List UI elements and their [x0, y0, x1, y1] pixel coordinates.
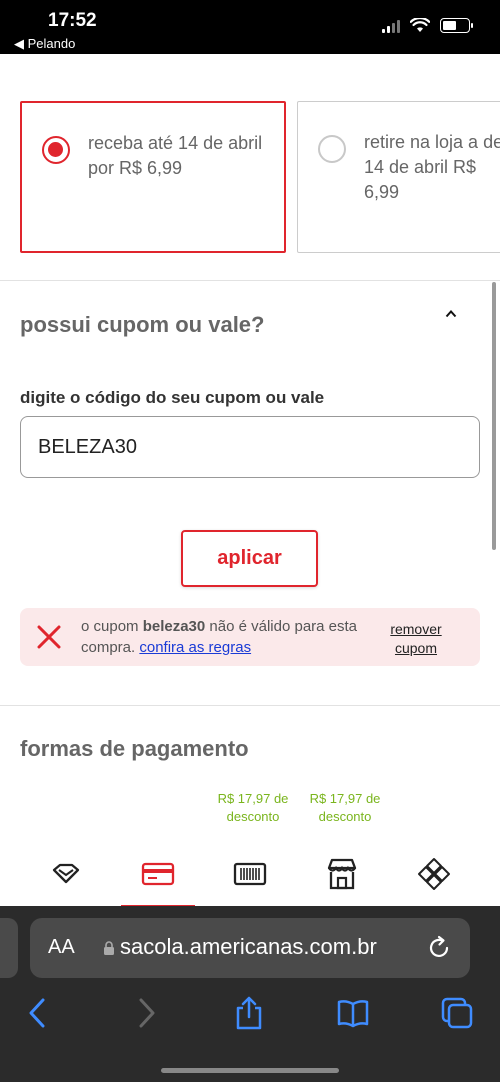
scrollbar[interactable]	[492, 282, 496, 550]
payment-section-title: formas de pagamento	[20, 736, 249, 761]
radio-unselected-icon[interactable]	[318, 135, 346, 163]
chevron-up-icon[interactable]	[445, 308, 457, 320]
error-x-icon	[37, 625, 61, 649]
browser-toolbar: AA sacola.americanas.com.br	[0, 906, 500, 1082]
text-size-button[interactable]: AA	[48, 936, 75, 959]
barcode-icon[interactable]	[232, 856, 268, 892]
status-time: 17:52	[48, 10, 97, 31]
credit-card-icon[interactable]	[140, 856, 176, 892]
reload-icon[interactable]	[426, 935, 452, 961]
gem-icon[interactable]	[48, 856, 84, 892]
discount-label: R$ 17,97 de desconto	[217, 791, 289, 824]
remove-coupon-link[interactable]: remover cupom	[388, 620, 444, 658]
apply-coupon-button[interactable]: aplicar	[181, 530, 318, 587]
coupon-input[interactable]	[20, 416, 480, 478]
lock-icon	[104, 941, 114, 955]
delivery-option-store-pickup[interactable]: retire na loja a de 14 de abril R$ 6,99	[297, 101, 500, 253]
tabs-icon[interactable]	[440, 996, 474, 1030]
status-icons	[382, 18, 473, 33]
page-content: receba até 14 de abril por R$ 6,99 retir…	[0, 54, 500, 906]
delivery-option-home[interactable]: receba até 14 de abril por R$ 6,99	[20, 101, 286, 253]
coupon-field-label: digite o código do seu cupom ou vale	[20, 388, 325, 407]
url-text: sacola.americanas.com.br	[120, 934, 377, 959]
home-indicator	[161, 1068, 339, 1073]
divider	[0, 280, 500, 281]
wifi-icon	[410, 18, 430, 32]
store-icon[interactable]	[324, 856, 360, 892]
delivery-option-label: receba até 14 de abril por R$ 6,99	[88, 133, 263, 178]
forward-icon[interactable]	[129, 996, 163, 1030]
coupon-error-message: o cupom beleza30 não é válido para esta …	[20, 608, 480, 666]
back-icon[interactable]	[21, 996, 55, 1030]
coupon-rules-link[interactable]: confira as regras	[139, 639, 251, 656]
status-bar: 17:52 ◀ Pelando	[0, 0, 500, 54]
radio-selected-icon[interactable]	[42, 136, 70, 164]
divider	[0, 705, 500, 706]
bookmarks-icon[interactable]	[336, 996, 370, 1030]
share-icon[interactable]	[232, 996, 266, 1030]
delivery-option-label: retire na loja a de 14 de abril R$ 6,99	[364, 132, 500, 202]
pix-icon[interactable]	[416, 856, 452, 892]
previous-tab-preview[interactable]	[0, 918, 18, 978]
back-to-app-link[interactable]: ◀ Pelando	[14, 36, 75, 52]
address-bar[interactable]: AA sacola.americanas.com.br	[30, 918, 470, 978]
coupon-section-title: possui cupom ou vale?	[20, 312, 265, 337]
discount-label: R$ 17,97 de desconto	[309, 791, 381, 824]
battery-icon	[440, 18, 473, 33]
signal-icon	[382, 19, 400, 33]
coupon-code: beleza30	[142, 618, 206, 635]
coupon-error-text: o cupom beleza30 não é válido para esta …	[81, 618, 358, 656]
